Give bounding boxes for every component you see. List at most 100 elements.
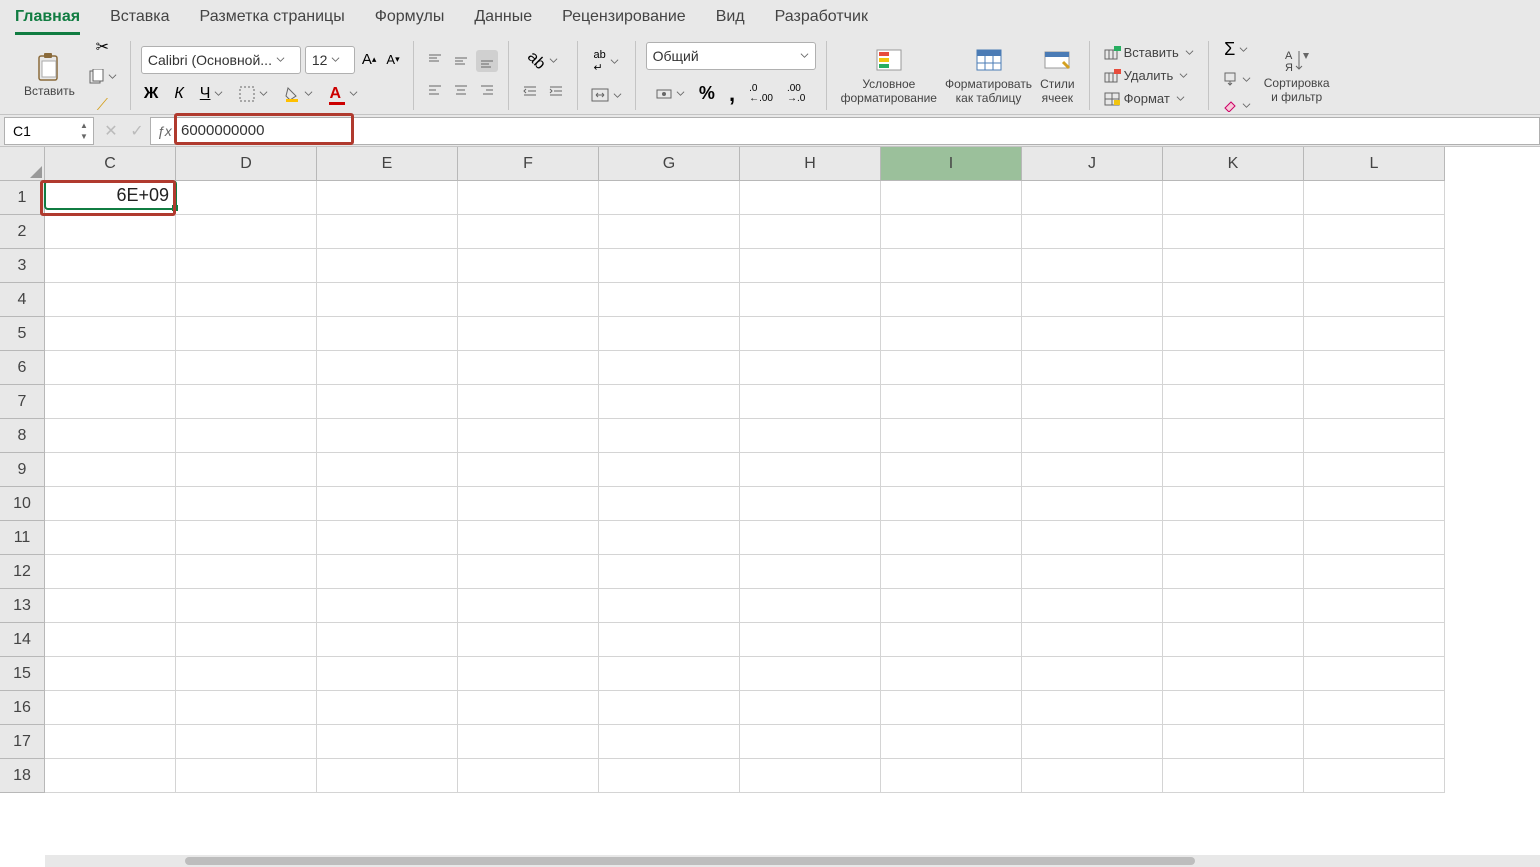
cell-J5[interactable] (1022, 317, 1163, 351)
cell-G17[interactable] (599, 725, 740, 759)
borders-button[interactable] (236, 83, 271, 105)
cell-K6[interactable] (1163, 351, 1304, 385)
row-header-4[interactable]: 4 (0, 283, 45, 317)
cell-I12[interactable] (881, 555, 1022, 589)
cell-G18[interactable] (599, 759, 740, 793)
cell-G10[interactable] (599, 487, 740, 521)
cell-F13[interactable] (458, 589, 599, 623)
tab-formulas[interactable]: Формулы (375, 4, 445, 35)
cell-L3[interactable] (1304, 249, 1445, 283)
cell-I16[interactable] (881, 691, 1022, 725)
cancel-formula-button[interactable]: ✕ (98, 118, 124, 144)
cell-K2[interactable] (1163, 215, 1304, 249)
cell-H12[interactable] (740, 555, 881, 589)
cell-J13[interactable] (1022, 589, 1163, 623)
cell-F3[interactable] (458, 249, 599, 283)
cell-E15[interactable] (317, 657, 458, 691)
cell-L11[interactable] (1304, 521, 1445, 555)
cell-D16[interactable] (176, 691, 317, 725)
cell-I9[interactable] (881, 453, 1022, 487)
insert-cells-button[interactable]: Вставить (1100, 43, 1198, 62)
cell-D4[interactable] (176, 283, 317, 317)
cell-K11[interactable] (1163, 521, 1304, 555)
cell-I13[interactable] (881, 589, 1022, 623)
cell-F12[interactable] (458, 555, 599, 589)
cell-H2[interactable] (740, 215, 881, 249)
cell-F7[interactable] (458, 385, 599, 419)
cell-C15[interactable] (45, 657, 176, 691)
fill-button[interactable] (1219, 69, 1254, 89)
cell-C5[interactable] (45, 317, 176, 351)
row-header-3[interactable]: 3 (0, 249, 45, 283)
cell-H11[interactable] (740, 521, 881, 555)
cell-K5[interactable] (1163, 317, 1304, 351)
cell-F6[interactable] (458, 351, 599, 385)
cell-G13[interactable] (599, 589, 740, 623)
align-left-button[interactable] (424, 80, 446, 102)
col-header-K[interactable]: K (1163, 147, 1304, 181)
cell-D3[interactable] (176, 249, 317, 283)
row-header-7[interactable]: 7 (0, 385, 45, 419)
increase-decimal-button[interactable]: .0←.00 (746, 81, 776, 107)
cell-G8[interactable] (599, 419, 740, 453)
cell-E6[interactable] (317, 351, 458, 385)
tab-developer[interactable]: Разработчик (775, 4, 868, 35)
cell-I7[interactable] (881, 385, 1022, 419)
cell-I14[interactable] (881, 623, 1022, 657)
cell-K1[interactable] (1163, 181, 1304, 215)
cell-G7[interactable] (599, 385, 740, 419)
font-color-button[interactable]: А (326, 82, 361, 106)
cell-J15[interactable] (1022, 657, 1163, 691)
decrease-indent-button[interactable] (519, 81, 541, 103)
font-size-select[interactable]: 12 (305, 46, 355, 74)
tab-review[interactable]: Рецензирование (562, 4, 686, 35)
cell-J9[interactable] (1022, 453, 1163, 487)
cell-F11[interactable] (458, 521, 599, 555)
cell-G16[interactable] (599, 691, 740, 725)
cell-L5[interactable] (1304, 317, 1445, 351)
row-header-17[interactable]: 17 (0, 725, 45, 759)
cell-E1[interactable] (317, 181, 458, 215)
cell-H5[interactable] (740, 317, 881, 351)
cell-D15[interactable] (176, 657, 317, 691)
cell-C11[interactable] (45, 521, 176, 555)
row-header-15[interactable]: 15 (0, 657, 45, 691)
cell-I10[interactable] (881, 487, 1022, 521)
col-header-I[interactable]: I (881, 147, 1022, 181)
cell-H4[interactable] (740, 283, 881, 317)
cell-J17[interactable] (1022, 725, 1163, 759)
cell-F16[interactable] (458, 691, 599, 725)
cell-H15[interactable] (740, 657, 881, 691)
cell-D12[interactable] (176, 555, 317, 589)
cell-L8[interactable] (1304, 419, 1445, 453)
cell-F15[interactable] (458, 657, 599, 691)
orientation-button[interactable]: ab (524, 49, 561, 73)
cell-K15[interactable] (1163, 657, 1304, 691)
cell-F17[interactable] (458, 725, 599, 759)
cell-K9[interactable] (1163, 453, 1304, 487)
cell-E14[interactable] (317, 623, 458, 657)
cell-K16[interactable] (1163, 691, 1304, 725)
cell-D5[interactable] (176, 317, 317, 351)
cell-J14[interactable] (1022, 623, 1163, 657)
cell-H18[interactable] (740, 759, 881, 793)
col-header-G[interactable]: G (599, 147, 740, 181)
cell-E12[interactable] (317, 555, 458, 589)
cell-E4[interactable] (317, 283, 458, 317)
autosum-button[interactable]: Σ (1219, 36, 1254, 63)
cell-F14[interactable] (458, 623, 599, 657)
cell-L4[interactable] (1304, 283, 1445, 317)
col-header-L[interactable]: L (1304, 147, 1445, 181)
cell-D9[interactable] (176, 453, 317, 487)
tab-insert[interactable]: Вставка (110, 4, 169, 35)
decrease-decimal-button[interactable]: .00→.0 (784, 81, 808, 107)
cell-I4[interactable] (881, 283, 1022, 317)
cell-D7[interactable] (176, 385, 317, 419)
cell-I11[interactable] (881, 521, 1022, 555)
format-painter-button[interactable]: ⟋ (85, 94, 120, 118)
cell-G12[interactable] (599, 555, 740, 589)
copy-button[interactable] (85, 66, 120, 88)
cell-G5[interactable] (599, 317, 740, 351)
italic-button[interactable]: К (171, 82, 186, 106)
paste-button[interactable]: Вставить (20, 41, 79, 110)
